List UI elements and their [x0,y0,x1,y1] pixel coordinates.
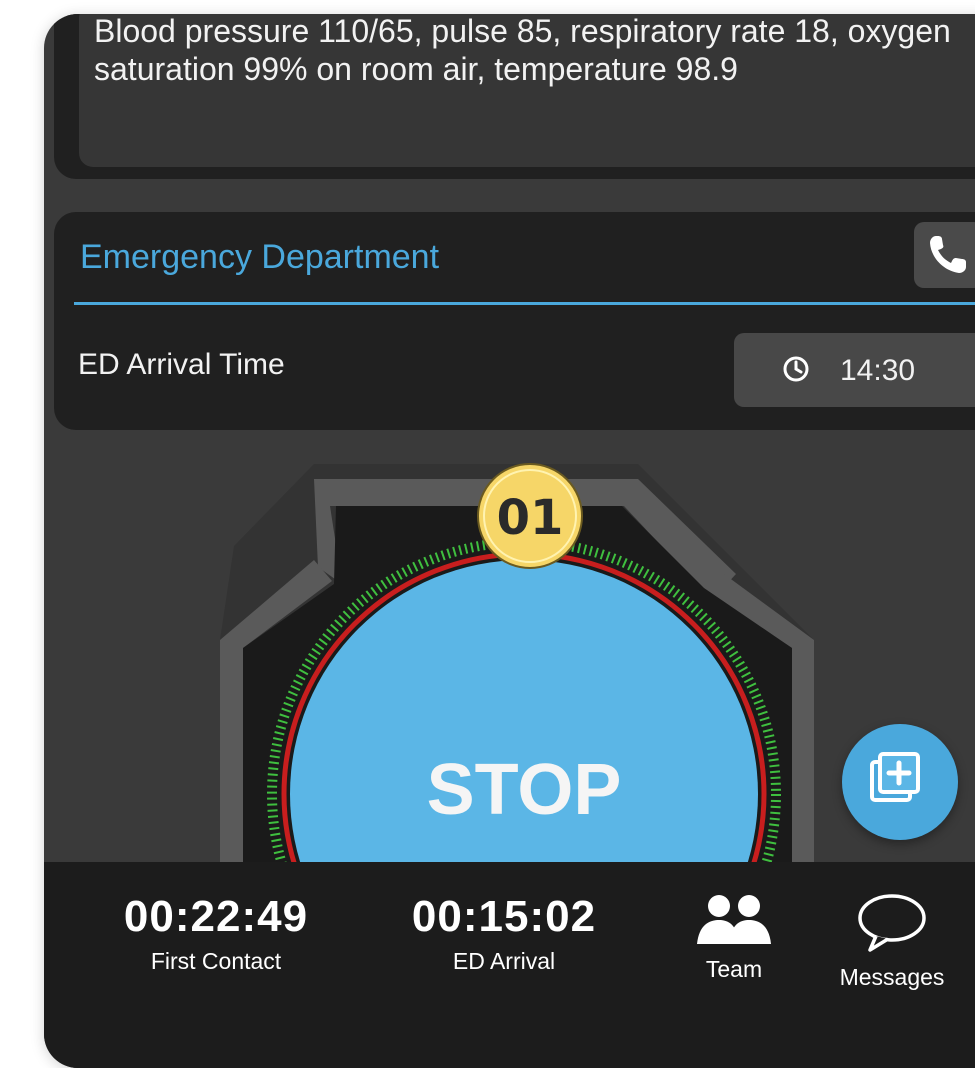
ed-arrival-time-label: ED Arrival Time [78,348,285,381]
nav-messages-label: Messages [839,964,945,990]
chat-bubble-icon [858,894,926,952]
first-contact-label: First Contact [150,948,282,974]
stop-button-label[interactable]: STOP [427,750,622,830]
step-badge: 01 [497,490,564,546]
timer-dial: STOP 01 [220,463,814,1051]
clock-icon [783,356,809,382]
ed-arrival-elapsed: 00:15:02 [411,892,597,941]
ed-arrival-time-value: 14:30 [840,354,916,387]
add-note-button[interactable] [842,724,958,840]
add-document-icon [870,752,920,802]
vitals-text: Blood pressure 110/65, pulse 85, respira… [94,14,951,87]
emergency-department-card: Emergency Department ED Arrival Time 14:… [54,212,975,430]
phone-icon [930,236,966,273]
vitals-card: Blood pressure 110/65, pulse 85, respira… [54,14,975,179]
nav-team[interactable]: Team [684,892,784,983]
first-contact-timer: 00:22:49 First Contact [106,892,326,975]
ed-arrival-time-picker[interactable]: 14:30 [734,333,975,407]
section-title: Emergency Department [80,238,440,276]
team-icon [697,895,771,944]
app-screen: Blood pressure 110/65, pulse 85, respira… [44,14,975,1068]
section-divider [74,302,975,305]
nav-team-label: Team [705,956,763,982]
ed-arrival-timer: 00:15:02 ED Arrival [384,892,624,975]
first-contact-elapsed: 00:22:49 [123,892,309,941]
timer-control: STOP 01 [44,434,975,1051]
call-button[interactable] [914,222,975,288]
bottom-bar: 00:22:49 First Contact 00:15:02 ED Arriv… [44,862,975,1068]
nav-messages[interactable]: Messages [822,892,962,991]
ed-arrival-label: ED Arrival [452,948,556,974]
